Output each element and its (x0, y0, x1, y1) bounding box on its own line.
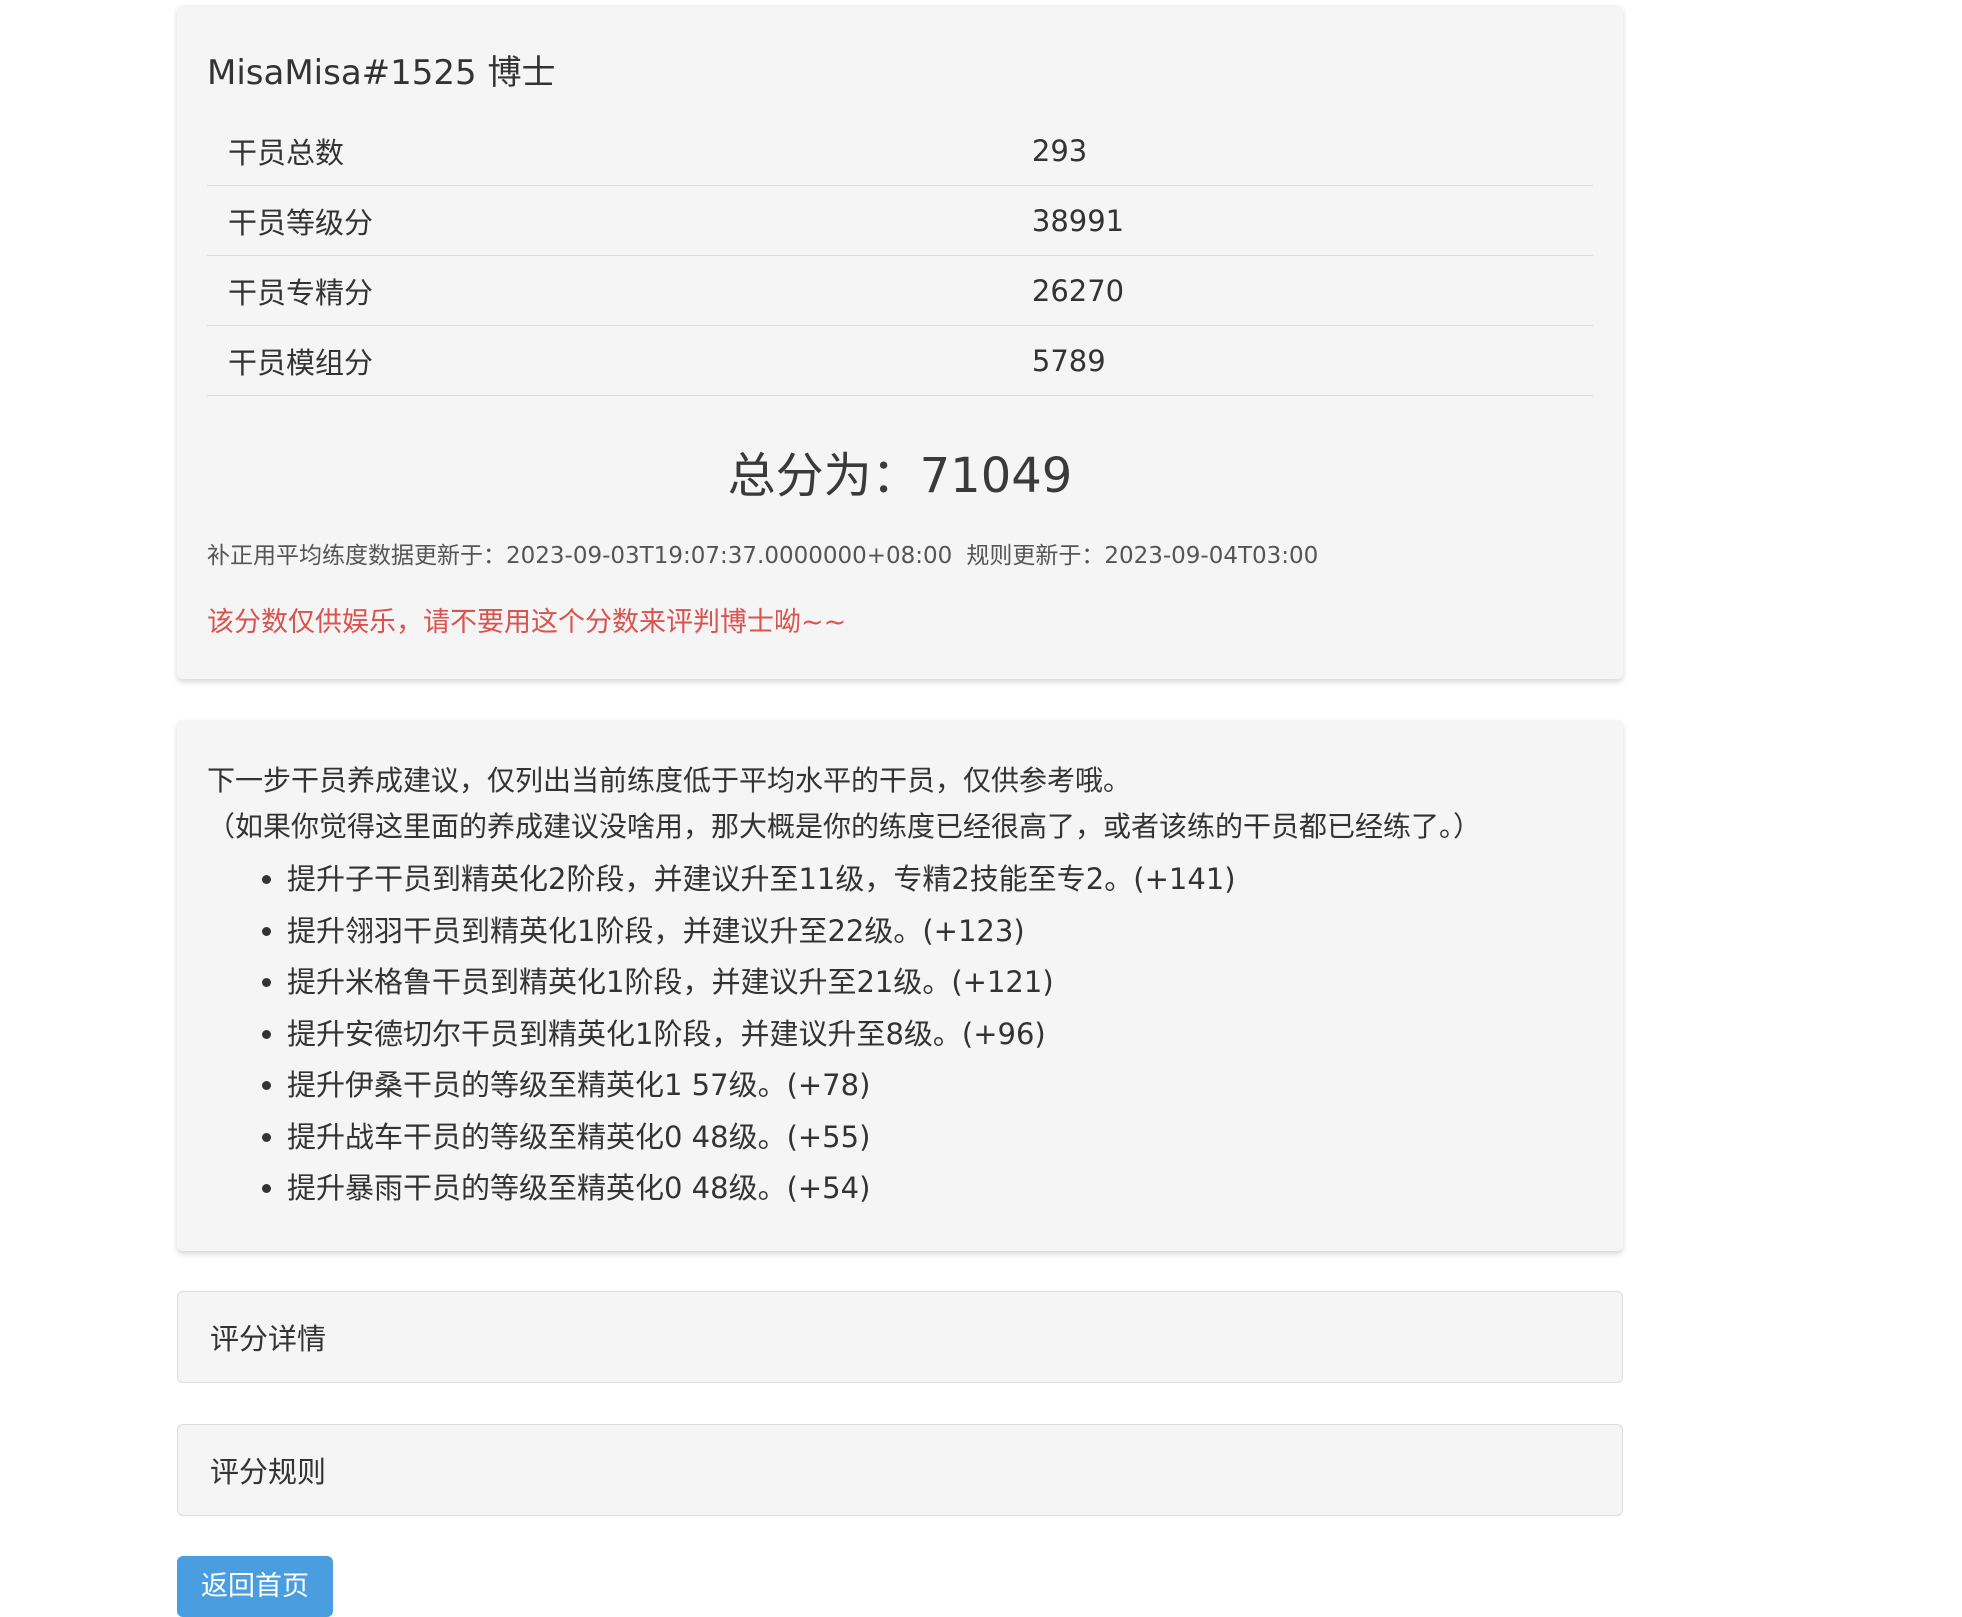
home-button[interactable]: 返回首页 (177, 1555, 333, 1617)
table-row: 干员总数 293 (207, 116, 1593, 186)
advice-intro: 下一步干员养成建议，仅列出当前练度低于平均水平的干员，仅供参考哦。 (207, 764, 1132, 797)
stat-value: 26270 (1010, 255, 1593, 326)
user-title: MisaMisa#1525 博士 (207, 53, 556, 93)
list-item: 提升米格鲁干员到精英化1阶段，并建议升至21级。(+121) (287, 957, 1593, 1009)
score-rules-toggle[interactable]: 评分规则 (177, 1423, 1623, 1516)
stat-label: 干员专精分 (207, 255, 1011, 326)
update-info: 补正用平均练度数据更新于：2023-09-03T19:07:37.0000000… (207, 536, 1593, 570)
table-row: 干员专精分 26270 (207, 255, 1593, 326)
advice-note: （如果你觉得这里面的养成建议没啥用，那大概是你的练度已经很高了，或者该练的干员都… (207, 810, 1482, 843)
list-item: 提升战车干员的等级至精英化0 48级。(+55) (287, 1112, 1593, 1164)
list-item: 提升翎羽干员到精英化1阶段，并建议升至22级。(+123) (287, 906, 1593, 958)
list-item: 提升安德切尔干员到精英化1阶段，并建议升至8级。(+96) (287, 1009, 1593, 1061)
table-row: 干员模组分 5789 (207, 325, 1593, 396)
list-item: 提升伊桑干员的等级至精英化1 57级。(+78) (287, 1060, 1593, 1112)
stat-value: 5789 (1010, 325, 1593, 396)
rules-updated-text: 规则更新于：2023-09-04T03:00 (966, 543, 1319, 569)
stat-label: 干员总数 (207, 116, 1011, 186)
score-rules-label: 评分规则 (210, 1454, 327, 1489)
stat-value: 293 (1010, 116, 1593, 186)
data-updated-text: 补正用平均练度数据更新于：2023-09-03T19:07:37.0000000… (207, 543, 953, 569)
score-details-label: 评分详情 (210, 1321, 327, 1356)
stat-label: 干员模组分 (207, 325, 1011, 396)
score-summary-panel: MisaMisa#1525 博士 干员总数 293 干员等级分 38991 干员… (177, 5, 1623, 679)
stat-value: 38991 (1010, 185, 1593, 256)
list-item: 提升暴雨干员的等级至精英化0 48级。(+54) (287, 1163, 1593, 1215)
main-container: MisaMisa#1525 博士 干员总数 293 干员等级分 38991 干员… (177, 5, 1623, 1617)
stat-label: 干员等级分 (207, 185, 1011, 256)
total-score: 总分为：71049 (727, 448, 1073, 504)
stats-table: 干员总数 293 干员等级分 38991 干员专精分 26270 干员模组分 5… (207, 116, 1593, 396)
advice-list: 提升子干员到精英化2阶段，并建议升至11级，专精2技能至专2。(+141) 提升… (207, 854, 1593, 1215)
list-item: 提升子干员到精英化2阶段，并建议升至11级，专精2技能至专2。(+141) (287, 854, 1593, 906)
advice-panel: 下一步干员养成建议，仅列出当前练度低于平均水平的干员，仅供参考哦。 （如果你觉得… (177, 720, 1623, 1251)
table-row: 干员等级分 38991 (207, 185, 1593, 256)
score-details-toggle[interactable]: 评分详情 (177, 1290, 1623, 1383)
disclaimer-text: 该分数仅供娱乐，请不要用这个分数来评判博士呦~~ (207, 607, 847, 638)
